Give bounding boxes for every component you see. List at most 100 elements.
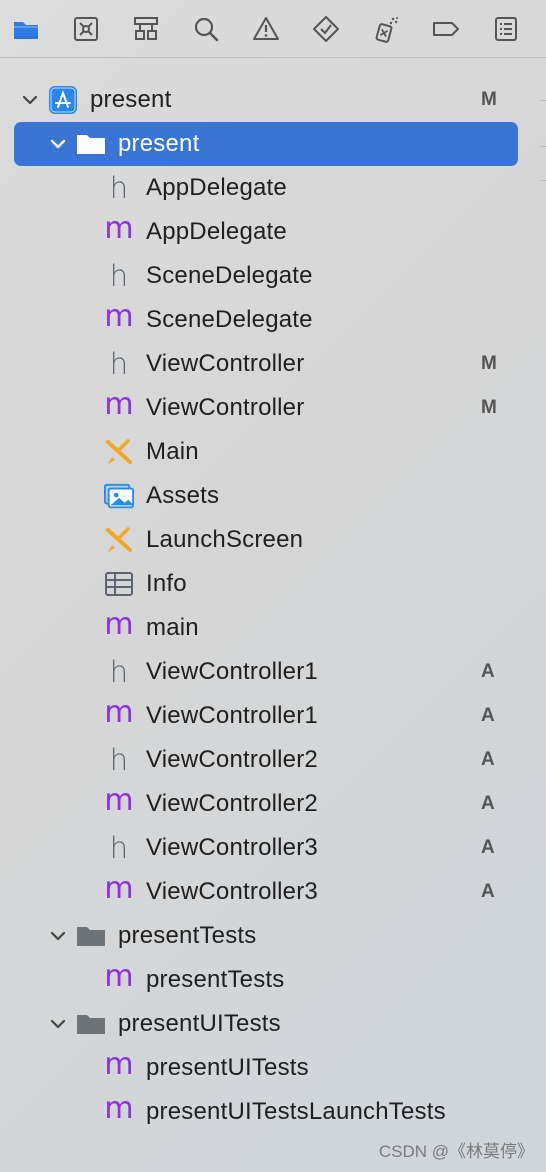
- objc-file-icon: m: [104, 871, 134, 907]
- source-control-navigator-button[interactable]: [71, 14, 101, 44]
- file-row[interactable]: m ViewController M: [0, 386, 546, 430]
- file-name: SceneDelegate: [146, 306, 313, 333]
- group-name: present: [118, 130, 200, 157]
- file-name: ViewController2: [146, 790, 318, 817]
- header-glyph: h: [109, 170, 129, 205]
- navigator-toolbar: [0, 0, 546, 58]
- symbol-navigator-button[interactable]: [131, 14, 161, 44]
- file-name: LaunchScreen: [146, 526, 304, 553]
- objc-file-icon: m: [104, 959, 134, 995]
- group-row-present[interactable]: present: [0, 122, 546, 166]
- file-list: m presentUITests m presentUITestsLaunchTest…: [0, 1046, 546, 1134]
- watermark: CSDN @《林莫停》: [378, 1142, 534, 1161]
- file-name: SceneDelegate: [146, 262, 313, 289]
- storyboard-icon: [104, 437, 134, 467]
- hierarchy-icon: [134, 16, 158, 40]
- file-row[interactable]: Assets: [0, 474, 546, 518]
- file-row[interactable]: h ViewController3 A: [0, 826, 546, 870]
- debug-icon: [375, 16, 398, 43]
- status-badge: M: [481, 397, 497, 418]
- breakpoint-navigator-button[interactable]: [431, 14, 461, 44]
- file-name: Assets: [146, 482, 220, 509]
- file-row[interactable]: Info: [0, 562, 546, 606]
- project-row[interactable]: present M: [0, 78, 546, 122]
- folder-icon: [76, 921, 106, 951]
- warning-icon: [253, 16, 279, 40]
- file-row[interactable]: h ViewController1 A: [0, 650, 546, 694]
- file-row[interactable]: m ViewController1 A: [0, 694, 546, 738]
- file-row[interactable]: Main: [0, 430, 546, 474]
- file-name: presentUITests: [146, 1054, 309, 1081]
- file-row[interactable]: h AppDelegate: [0, 166, 546, 210]
- status-badge: M: [481, 89, 497, 110]
- file-row[interactable]: LaunchScreen: [0, 518, 546, 562]
- status-badge: M: [481, 353, 497, 374]
- implementation-glyph: m: [104, 387, 134, 422]
- assets-icon: [104, 481, 134, 511]
- file-row[interactable]: m presentTests: [0, 958, 546, 1002]
- file-name: ViewController1: [146, 702, 318, 729]
- objc-file-icon: m: [104, 783, 134, 819]
- file-row[interactable]: m SceneDelegate: [0, 298, 546, 342]
- find-navigator-button[interactable]: [191, 14, 221, 44]
- file-list: m presentTests: [0, 958, 546, 1002]
- file-row[interactable]: h SceneDelegate: [0, 254, 546, 298]
- header-glyph: h: [109, 742, 129, 777]
- file-row[interactable]: m AppDelegate: [0, 210, 546, 254]
- project-navigator-button[interactable]: [11, 14, 41, 44]
- header-glyph: h: [109, 830, 129, 865]
- app-project-icon: [48, 85, 78, 115]
- debug-navigator-button[interactable]: [371, 14, 401, 44]
- search-icon: [194, 17, 219, 41]
- file-row[interactable]: m ViewController2 A: [0, 782, 546, 826]
- test-navigator-button[interactable]: [311, 14, 341, 44]
- implementation-glyph: m: [104, 1091, 134, 1126]
- implementation-glyph: m: [104, 1047, 134, 1082]
- file-name: Info: [146, 570, 187, 597]
- chevron-down-icon[interactable]: [49, 1015, 67, 1033]
- file-name: ViewController: [146, 394, 305, 421]
- chevron-down-icon[interactable]: [49, 135, 67, 153]
- header-file-icon: h: [104, 657, 134, 687]
- file-row[interactable]: h ViewController2 A: [0, 738, 546, 782]
- file-row[interactable]: m presentUITests: [0, 1046, 546, 1090]
- report-navigator-button[interactable]: [491, 14, 521, 44]
- implementation-glyph: m: [104, 959, 134, 994]
- implementation-glyph: m: [104, 871, 134, 906]
- file-row[interactable]: h ViewController M: [0, 342, 546, 386]
- header-file-icon: h: [104, 833, 134, 863]
- implementation-glyph: m: [104, 783, 134, 818]
- file-name: presentUITestsLaunchTests: [146, 1098, 446, 1125]
- issue-navigator-button[interactable]: [251, 14, 281, 44]
- group-row-uitests[interactable]: presentUITests: [0, 1002, 546, 1046]
- file-row[interactable]: m main: [0, 606, 546, 650]
- status-badge: A: [481, 705, 495, 726]
- plist-table-icon: [104, 569, 134, 599]
- group-name: presentUITests: [118, 1010, 281, 1037]
- status-badge: A: [481, 793, 495, 814]
- file-name: AppDelegate: [146, 174, 287, 201]
- header-file-icon: h: [104, 261, 134, 291]
- implementation-glyph: m: [104, 299, 134, 334]
- header-file-icon: h: [104, 745, 134, 775]
- objc-file-icon: m: [104, 299, 134, 335]
- chevron-down-icon[interactable]: [49, 927, 67, 945]
- folder-icon: [76, 129, 106, 159]
- folder-icon: [76, 1009, 106, 1039]
- file-row[interactable]: m ViewController3 A: [0, 870, 546, 914]
- group-row-tests[interactable]: presentTests: [0, 914, 546, 958]
- objc-file-icon: m: [104, 1091, 134, 1127]
- file-row[interactable]: m presentUITestsLaunchTests: [0, 1090, 546, 1134]
- objc-file-icon: m: [104, 610, 134, 643]
- project-navigator-tree: present M present h AppDelegate m AppDelega…: [0, 78, 546, 1134]
- header-glyph: h: [109, 258, 129, 293]
- header-file-icon: h: [104, 173, 134, 203]
- file-name: main: [146, 614, 199, 641]
- storyboard-icon: [104, 525, 134, 555]
- chevron-down-icon[interactable]: [21, 91, 39, 109]
- objc-file-icon: m: [104, 387, 134, 423]
- report-icon: [495, 16, 517, 41]
- file-name: ViewController1: [146, 658, 318, 685]
- file-name: ViewController3: [146, 878, 318, 905]
- project-name: present: [90, 86, 172, 113]
